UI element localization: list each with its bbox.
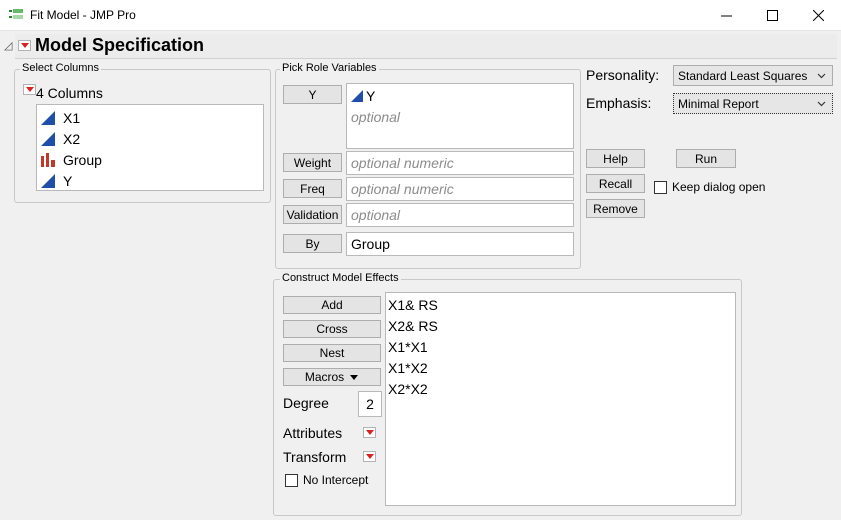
list-item[interactable]: Y — [347, 85, 573, 106]
cross-button[interactable]: Cross — [283, 320, 381, 338]
column-name: X1 — [63, 109, 81, 126]
y-role-value: Y — [366, 87, 376, 104]
personality-value: Standard Least Squares — [678, 68, 808, 83]
collapse-outline-icon[interactable]: ◿ — [4, 39, 12, 52]
by-role-field[interactable]: Group — [346, 232, 574, 256]
chevron-down-icon — [817, 73, 826, 79]
validation-role-button[interactable]: Validation — [283, 205, 342, 224]
caret-down-icon — [350, 375, 359, 380]
page-title: Model Specification — [35, 35, 205, 55]
nominal-icon — [41, 152, 55, 167]
freq-role-field[interactable]: optional numeric — [346, 177, 574, 201]
title-bar: Fit Model - JMP Pro — [0, 0, 841, 31]
red-triangle-menu-icon[interactable] — [18, 40, 31, 51]
continuous-icon — [41, 173, 55, 188]
list-item[interactable]: X1 — [37, 107, 263, 128]
list-item[interactable]: Group — [37, 149, 263, 170]
help-button[interactable]: Help — [586, 149, 645, 168]
emphasis-select[interactable]: Minimal Report — [673, 93, 833, 114]
list-item[interactable]: X2& RS — [386, 315, 735, 336]
list-item[interactable]: X1*X2 — [386, 357, 735, 378]
column-count-label: 4 Columns — [36, 85, 103, 101]
keep-dialog-open-checkbox[interactable] — [654, 181, 667, 194]
window-title: Fit Model - JMP Pro — [30, 8, 136, 22]
minimize-button[interactable] — [703, 0, 749, 31]
list-item[interactable]: X1*X1 — [386, 336, 735, 357]
degree-label: Degree — [283, 395, 329, 411]
column-name: Group — [63, 151, 102, 168]
recall-button[interactable]: Recall — [586, 174, 645, 193]
jmp-app-icon — [9, 9, 23, 19]
add-button[interactable]: Add — [283, 296, 381, 314]
no-intercept-label: No Intercept — [303, 473, 369, 487]
select-columns-label: Select Columns — [20, 62, 102, 74]
macros-button[interactable]: Macros — [283, 368, 381, 386]
emphasis-value: Minimal Report — [678, 96, 759, 111]
transform-label: Transform — [283, 449, 347, 465]
nest-button[interactable]: Nest — [283, 344, 381, 362]
personality-select[interactable]: Standard Least Squares — [673, 65, 833, 86]
degree-input[interactable]: 2 — [358, 391, 382, 417]
macros-label: Macros — [304, 370, 345, 384]
maximize-button[interactable] — [749, 0, 795, 31]
y-role-field[interactable]: Y optional — [346, 83, 574, 149]
column-name: Y — [63, 172, 73, 189]
emphasis-label: Emphasis: — [586, 95, 652, 111]
freq-placeholder: optional numeric — [351, 181, 454, 197]
model-effects-list[interactable]: X1& RS X2& RS X1*X1 X1*X2 X2*X2 — [385, 292, 736, 506]
list-item[interactable]: X2*X2 — [386, 378, 735, 399]
weight-role-button[interactable]: Weight — [283, 153, 342, 172]
attributes-menu-icon[interactable] — [363, 427, 376, 438]
list-item[interactable]: X2 — [37, 128, 263, 149]
run-button[interactable]: Run — [676, 149, 736, 168]
freq-role-button[interactable]: Freq — [283, 179, 342, 198]
minimize-icon — [720, 15, 732, 17]
maximize-icon — [766, 10, 778, 21]
no-intercept-checkbox[interactable] — [285, 474, 298, 487]
validation-placeholder: optional — [351, 207, 401, 223]
chevron-down-icon — [817, 101, 826, 107]
column-list[interactable]: X1 X2 Group Y — [36, 104, 264, 191]
column-name: X2 — [63, 130, 81, 147]
weight-role-field[interactable]: optional numeric — [346, 151, 574, 175]
keep-dialog-open-label: Keep dialog open — [672, 180, 766, 194]
columns-red-triangle-icon[interactable] — [23, 84, 36, 95]
y-role-placeholder: optional — [351, 108, 401, 125]
close-icon — [812, 10, 824, 21]
continuous-icon — [351, 89, 363, 102]
close-button[interactable] — [795, 0, 841, 31]
continuous-icon — [41, 131, 55, 146]
weight-placeholder: optional numeric — [351, 155, 454, 171]
transform-menu-icon[interactable] — [363, 451, 376, 462]
validation-role-field[interactable]: optional — [346, 203, 574, 227]
by-role-value: Group — [351, 236, 390, 252]
list-item[interactable]: Y — [37, 170, 263, 191]
construct-effects-label: Construct Model Effects — [280, 272, 401, 284]
by-role-button[interactable]: By — [283, 234, 342, 253]
personality-label: Personality: — [586, 67, 660, 83]
attributes-label: Attributes — [283, 425, 343, 441]
remove-button[interactable]: Remove — [586, 199, 645, 218]
list-item[interactable]: X1& RS — [386, 294, 735, 315]
pick-roles-label: Pick Role Variables — [280, 62, 379, 74]
y-role-button[interactable]: Y — [283, 85, 342, 104]
continuous-icon — [41, 110, 55, 125]
